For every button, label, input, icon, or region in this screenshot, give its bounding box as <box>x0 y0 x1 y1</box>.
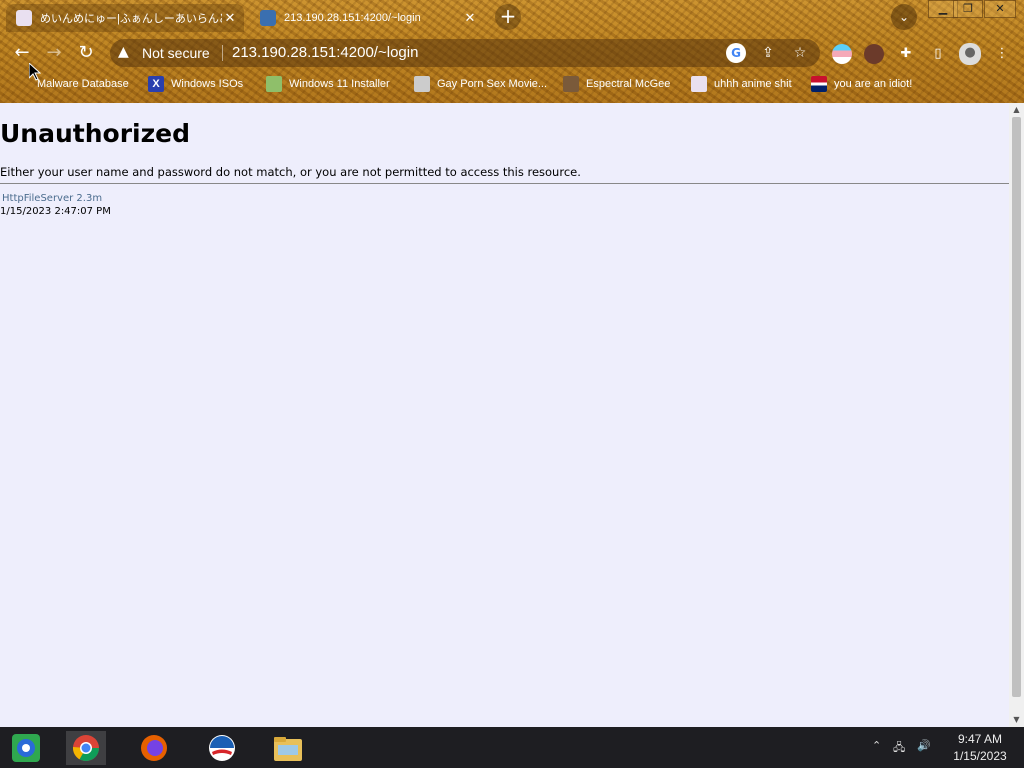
system-clock[interactable]: 9:47 AM 1/15/2023 <box>940 731 1020 765</box>
bookmark-label: you are an idiot! <box>834 78 913 90</box>
divider <box>222 45 223 61</box>
start-button[interactable] <box>6 731 46 765</box>
back-arrow-icon[interactable]: ← <box>10 41 34 65</box>
url-text[interactable]: 213.190.28.151:4200/~login <box>232 44 418 61</box>
tab-close-icon[interactable]: ✕ <box>462 10 478 26</box>
hfs-favicon-icon <box>260 10 276 26</box>
image-favicon-icon <box>266 76 282 92</box>
network-icon[interactable]: 🖧 <box>893 739 905 758</box>
page-content: Unauthorized Either your user name and p… <box>0 103 1009 727</box>
bookmark-label: uhhh anime shit <box>714 78 792 90</box>
new-tab-button[interactable]: + <box>495 4 521 30</box>
tab-search-chevron-icon[interactable]: ⌄ <box>891 4 917 30</box>
chrome-icon <box>72 735 100 762</box>
tab-main-menu[interactable]: めいんめにゅー|ふぁんしーあいらんど ✕ <box>6 4 244 32</box>
taskbar-firefox[interactable] <box>134 731 174 765</box>
divider <box>0 183 1009 184</box>
volume-icon[interactable]: 🔊 <box>917 739 931 752</box>
profile-avatar-extension-icon[interactable] <box>864 44 884 64</box>
error-message: Either your user name and password do no… <box>0 165 581 179</box>
bookmark-label: Windows ISOs <box>171 78 244 90</box>
reload-icon[interactable]: ↻ <box>74 41 98 65</box>
browser-toolbar: ← → ↻ ▲ Not secure 213.190.28.151:4200/~… <box>0 36 1024 70</box>
bookmark-windows-11-installer[interactable]: Windows 11 Installer <box>266 75 390 93</box>
side-panel-icon[interactable]: ▯ <box>928 44 948 64</box>
x-favicon-icon: X <box>148 76 164 92</box>
campaign-logo-icon <box>209 735 235 761</box>
warning-triangle-icon[interactable]: ▲ <box>118 44 129 60</box>
menu-kebab-icon[interactable]: ⋮ <box>992 44 1012 64</box>
flag-favicon-icon <box>811 76 827 92</box>
bookmark-label: Gay Porn Sex Movie... <box>437 78 548 90</box>
anime-favicon-icon <box>691 76 707 92</box>
tab-title: 213.190.28.151:4200/~login <box>284 12 421 24</box>
browser-frame: めいんめにゅー|ふぁんしーあいらんど ✕ 213.190.28.151:4200… <box>0 0 1024 103</box>
trans-flag-extension-icon[interactable] <box>832 44 852 64</box>
account-avatar-icon[interactable]: ● <box>959 43 981 65</box>
tab-strip: めいんめにゅー|ふぁんしーあいらんど ✕ 213.190.28.151:4200… <box>0 0 1024 34</box>
scroll-down-arrow-icon[interactable]: ▼ <box>1009 713 1024 727</box>
clock-date: 1/15/2023 <box>953 749 1007 763</box>
taskbar: ⌃ 🖧 🔊 9:47 AM 1/15/2023 <box>0 727 1024 768</box>
forward-arrow-icon[interactable]: → <box>42 41 66 65</box>
taskbar-obama-app[interactable] <box>202 731 242 765</box>
tab-title: めいんめにゅー|ふぁんしーあいらんど <box>40 13 222 25</box>
firefox-icon <box>141 735 167 761</box>
bookmark-windows-isos[interactable]: X Windows ISOs <box>148 75 243 93</box>
bookmark-label: Windows 11 Installer <box>289 78 390 90</box>
tab-login[interactable]: 213.190.28.151:4200/~login ✕ <box>250 4 484 32</box>
close-window-button[interactable]: ✕ <box>984 0 1016 18</box>
page-title: Unauthorized <box>0 119 190 148</box>
bookmark-espectral-mcgee[interactable]: Espectral McGee <box>563 75 670 93</box>
restore-button[interactable]: ❐ <box>953 0 983 18</box>
share-icon[interactable]: ⇪ <box>758 43 778 63</box>
server-timestamp: 1/15/2023 2:47:07 PM <box>0 206 111 217</box>
tab-close-icon[interactable]: ✕ <box>222 10 238 26</box>
vertical-scrollbar[interactable]: ▲ ▼ <box>1009 103 1024 727</box>
taskbar-file-explorer[interactable] <box>268 731 308 765</box>
folder-icon <box>274 737 302 761</box>
clock-time: 9:47 AM <box>957 732 1003 746</box>
tray-expand-chevron-icon[interactable]: ⌃ <box>872 739 881 752</box>
start-orb-icon <box>12 734 40 762</box>
bookmark-label: Malware Database <box>37 78 129 90</box>
anime-favicon-icon <box>16 10 32 26</box>
scrollbar-thumb[interactable] <box>1012 117 1021 697</box>
security-label[interactable]: Not secure <box>142 45 210 61</box>
bookmark-movie-site[interactable]: Gay Porn Sex Movie... <box>414 75 547 93</box>
bookmark-anime[interactable]: uhhh anime shit <box>691 75 792 93</box>
scroll-up-arrow-icon[interactable]: ▲ <box>1009 103 1024 117</box>
bookmark-label: Espectral McGee <box>586 78 671 90</box>
extensions-puzzle-icon[interactable]: ✚ <box>896 44 916 64</box>
bookmark-you-are-an-idiot[interactable]: you are an idiot! <box>811 75 912 93</box>
face-favicon-icon <box>563 76 579 92</box>
google-icon[interactable]: G <box>726 43 746 63</box>
mouse-cursor-icon <box>29 63 41 81</box>
blank-favicon-icon <box>14 76 30 92</box>
address-bar[interactable]: ▲ Not secure 213.190.28.151:4200/~login … <box>110 39 820 67</box>
server-link[interactable]: HttpFileServer 2.3m <box>2 193 102 204</box>
bookmark-star-icon[interactable]: ☆ <box>790 43 810 63</box>
globe-favicon-icon <box>414 76 430 92</box>
taskbar-chrome[interactable] <box>66 731 106 765</box>
bookmarks-bar: Malware Database X Windows ISOs Windows … <box>0 72 1024 96</box>
